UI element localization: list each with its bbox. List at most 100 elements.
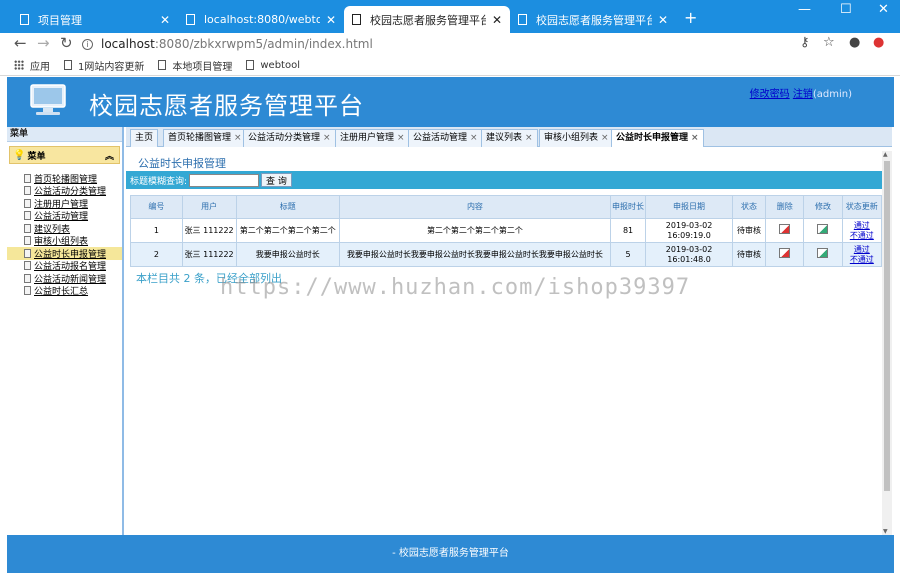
sidebar-item-activities[interactable]: 公益活动管理 (7, 210, 122, 223)
tab-hours-declaration[interactable]: 公益时长申报管理 × (611, 129, 704, 147)
change-password-link[interactable]: 修改密码 (750, 89, 790, 100)
scroll-up-icon[interactable]: ▲ (883, 151, 888, 158)
browser-tab-3[interactable]: 校园志愿者服务管理平台 ✕ (344, 6, 510, 33)
cell-user: 张三 111222 (181, 218, 237, 243)
tab-label: 主页 (135, 133, 154, 143)
minimize-button[interactable]: — (798, 2, 811, 17)
page-icon (246, 60, 255, 70)
reject-link[interactable]: 不通过 (843, 255, 880, 265)
column-header: 内容 (338, 195, 611, 219)
bookmark-label: 1网站内容更新 (78, 61, 145, 73)
browser-tab-label: 校园志愿者服务管理平台 (536, 13, 652, 27)
column-header: 用户 (181, 195, 237, 219)
edit-icon[interactable] (817, 224, 829, 235)
sidebar-item-activity-category[interactable]: 公益活动分类管理 (7, 185, 122, 197)
sidebar-item-hours-declaration[interactable]: 公益时长申报管理 (7, 247, 122, 260)
tab-suggestions[interactable]: 建议列表 × (481, 129, 538, 147)
tab-label: 首页轮播图管理 (168, 133, 232, 143)
address-bar[interactable]: i localhost:8080/zbkxrwpm5/admin/index.h… (82, 34, 788, 54)
sidebar-item-label: 公益活动管理 (34, 212, 89, 223)
close-icon[interactable]: × (525, 133, 533, 143)
info-icon[interactable]: i (82, 38, 93, 50)
cell-status-update: 通过 不通过 (841, 242, 883, 267)
sidebar-item-label: 公益活动新闻管理 (34, 274, 107, 285)
star-icon[interactable]: ☆ (823, 35, 835, 50)
app-footer: - 校园志愿者服务管理平台 (7, 535, 894, 573)
reject-link[interactable]: 不通过 (843, 231, 880, 241)
scrollbar[interactable]: ▲ ▼ (882, 151, 892, 535)
window-close-button[interactable]: ✕ (878, 2, 889, 17)
bookmark-item[interactable]: webtool (246, 60, 300, 71)
error-icon[interactable]: ● (873, 35, 884, 50)
logout-link[interactable]: 注销 (793, 89, 813, 100)
close-icon[interactable]: × (234, 133, 242, 143)
edit-icon[interactable] (817, 248, 829, 259)
sidebar-item-label: 公益时长汇总 (34, 287, 89, 298)
sidebar-item-users[interactable]: 注册用户管理 (7, 197, 122, 210)
search-button[interactable]: 查 询 (261, 173, 292, 187)
close-icon[interactable]: × (323, 133, 331, 143)
current-user: (admin) (812, 89, 852, 100)
delete-icon[interactable] (779, 224, 791, 235)
key-icon[interactable]: ⚷ (800, 35, 810, 50)
sidebar-item-label: 首页轮播图管理 (34, 174, 98, 185)
account-icon[interactable]: ● (849, 35, 860, 50)
tab-review-groups[interactable]: 审核小组列表 × (539, 129, 614, 147)
document-icon (24, 286, 31, 296)
declarations-table: 编号 用户 标题 内容 申报时长 申报日期 状态 删除 修改 状态更新 1 张三… (130, 195, 883, 267)
page-icon (186, 14, 195, 25)
close-icon[interactable]: × (470, 133, 478, 143)
app-page: 校园志愿者服务管理平台 修改密码 注销(admin) 菜单 💡 菜单 ︽ 首页轮… (7, 77, 894, 573)
sidebar-item-review-groups[interactable]: 审核小组列表 (7, 235, 122, 248)
close-icon[interactable]: × (601, 133, 609, 143)
tab-activities[interactable]: 公益活动管理 × (408, 129, 483, 147)
url-path: :8080/zbkxrwpm5/admin/index.html (154, 37, 373, 51)
reload-icon[interactable]: ↻ (60, 34, 73, 52)
document-icon (24, 173, 31, 183)
tab-home[interactable]: 主页 (130, 129, 159, 147)
search-input[interactable] (189, 173, 260, 187)
chevron-up-icon[interactable]: ︽ (105, 149, 114, 162)
browser-tab-2[interactable]: localhost:8080/webtool/all/in ✕ (178, 6, 344, 33)
scroll-down-icon[interactable]: ▼ (883, 528, 888, 535)
maximize-button[interactable]: ☐ (840, 2, 852, 17)
close-icon[interactable]: ✕ (160, 13, 170, 27)
browser-tab-4[interactable]: 校园志愿者服务管理平台 ✕ (510, 6, 676, 33)
document-icon (24, 248, 31, 258)
back-icon[interactable]: ← (14, 34, 27, 52)
tab-label: 建议列表 (486, 133, 523, 143)
close-icon[interactable]: × (691, 133, 699, 143)
close-icon[interactable]: ✕ (658, 13, 668, 27)
tab-label: 审核小组列表 (544, 133, 599, 143)
document-icon (24, 186, 31, 196)
browser-tab-1[interactable]: 项目管理 ✕ (12, 6, 178, 33)
sidebar-menu-header[interactable]: 💡 菜单 ︽ (9, 146, 120, 164)
sidebar-item-suggestions[interactable]: 建议列表 (7, 222, 122, 235)
tab-activity-category[interactable]: 公益活动分类管理 × (243, 129, 336, 147)
cell-id: 1 (130, 218, 183, 243)
bookmark-apps[interactable]: 应用 (14, 58, 50, 73)
sidebar-item-registrations[interactable]: 公益活动报名管理 (7, 260, 122, 272)
tab-users[interactable]: 注册用户管理 × (335, 129, 410, 147)
table-header-row: 编号 用户 标题 内容 申报时长 申报日期 状态 删除 修改 状态更新 (130, 195, 883, 219)
approve-link[interactable]: 通过 (843, 245, 880, 255)
app-header: 校园志愿者服务管理平台 修改密码 注销(admin) (7, 77, 894, 127)
cell-id: 2 (130, 242, 183, 267)
sidebar-item-label: 审核小组列表 (34, 237, 89, 248)
sidebar-item-news[interactable]: 公益活动新闻管理 (7, 272, 122, 285)
delete-icon[interactable] (779, 248, 791, 259)
document-icon (24, 198, 31, 208)
close-icon[interactable]: × (397, 133, 405, 143)
sidebar-item-carousel[interactable]: 首页轮播图管理 (7, 172, 122, 185)
new-tab-button[interactable]: + (684, 8, 697, 27)
bookmark-item[interactable]: 本地项目管理 (158, 58, 232, 73)
close-icon[interactable]: ✕ (492, 13, 502, 27)
scrollbar-thumb[interactable] (884, 161, 890, 491)
forward-icon[interactable]: → (37, 34, 50, 52)
cell-status-update: 通过 不通过 (841, 218, 883, 243)
approve-link[interactable]: 通过 (843, 221, 880, 231)
bookmark-item[interactable]: 1网站内容更新 (64, 58, 144, 73)
close-icon[interactable]: ✕ (326, 13, 336, 27)
tab-carousel[interactable]: 首页轮播图管理 × (163, 129, 247, 147)
sidebar-item-hours-summary[interactable]: 公益时长汇总 (7, 285, 122, 298)
